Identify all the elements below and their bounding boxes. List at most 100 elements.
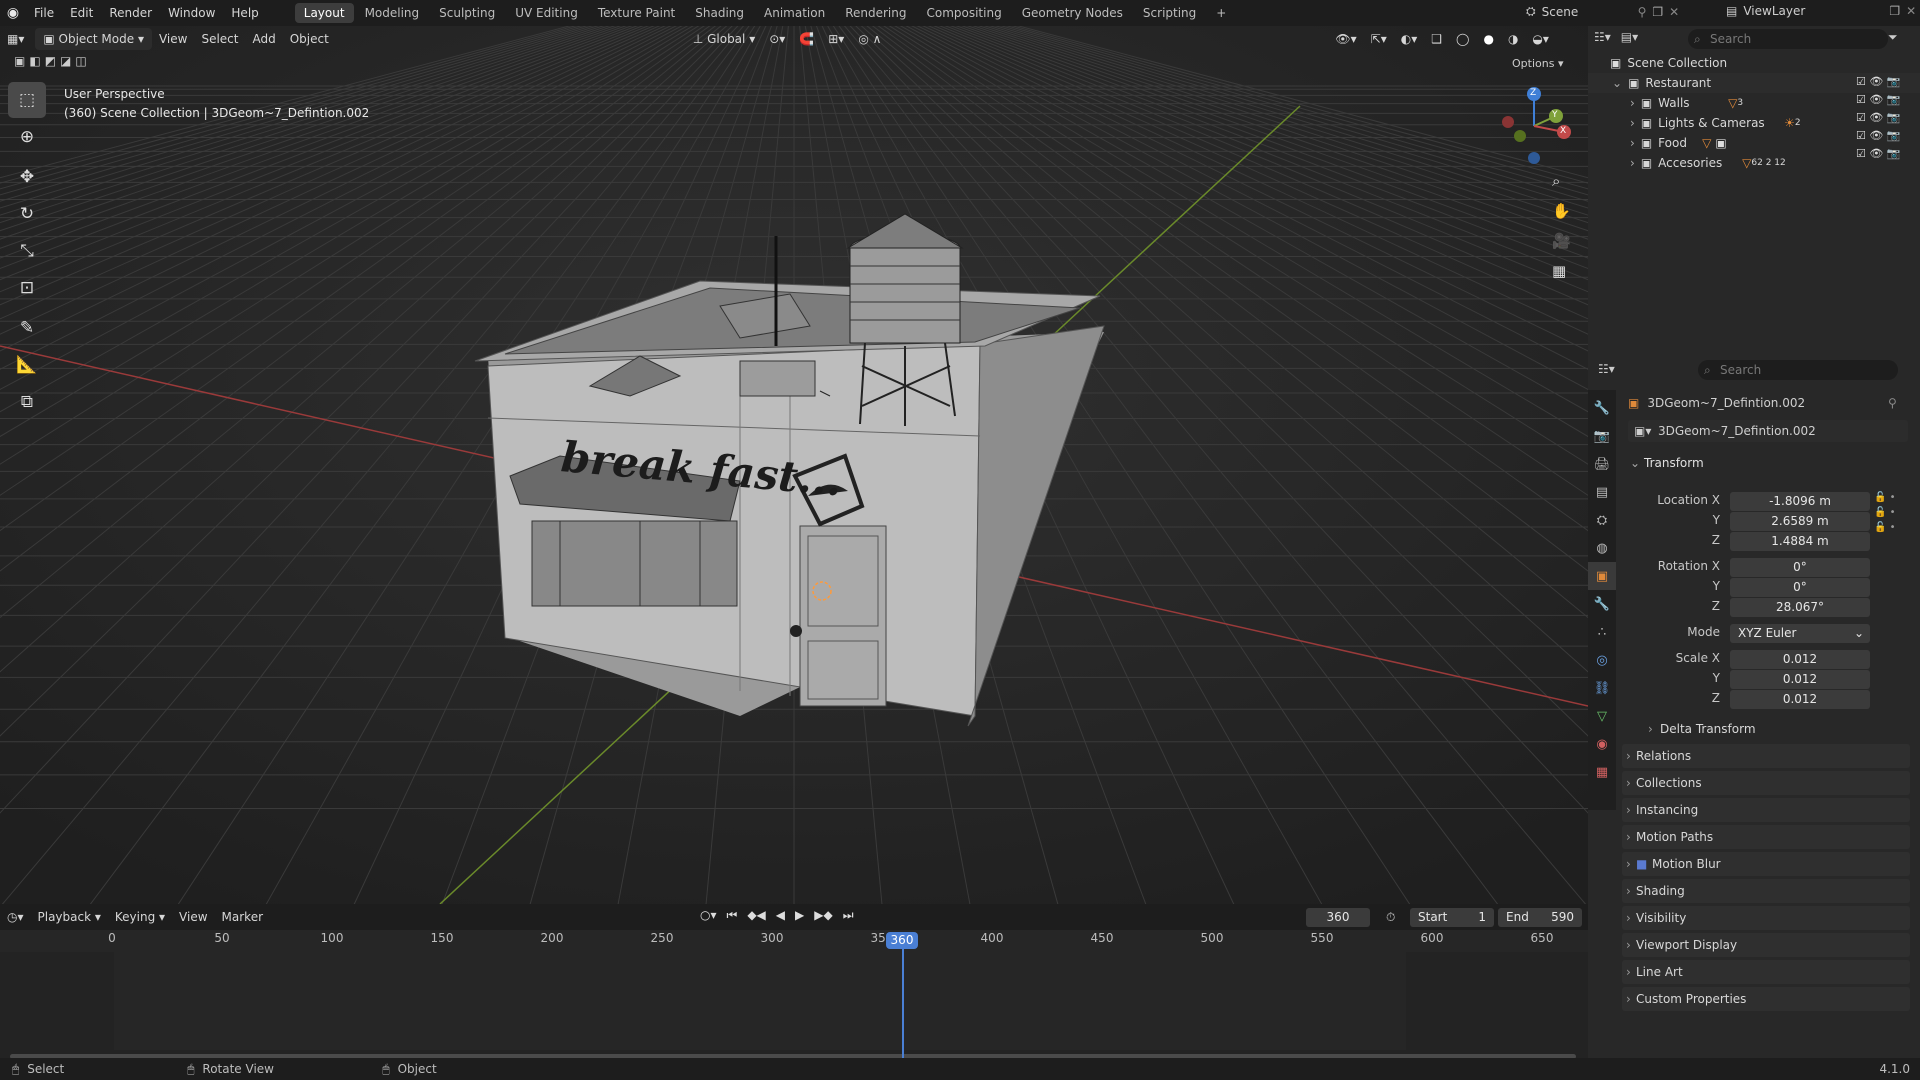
chevron-down-icon[interactable]: ⌄	[1630, 452, 1640, 474]
zoom-icon[interactable]: ⌕	[1552, 172, 1571, 190]
location-x-field[interactable]: -1.8096 m	[1730, 492, 1870, 511]
menu-select[interactable]: Select	[194, 28, 245, 50]
lock-icon[interactable]: 🔓 •	[1874, 492, 1896, 503]
new-scene-icon[interactable]: ❐	[1652, 5, 1663, 19]
visibility-toggle-row[interactable]: ☑ 👁 📷	[1856, 93, 1901, 106]
tab-animation[interactable]: Animation	[755, 3, 834, 23]
section-motion-paths[interactable]: Motion Paths	[1622, 825, 1910, 849]
checkbox-icon[interactable]: ■	[1636, 852, 1647, 876]
end-frame-field[interactable]: End 590	[1498, 908, 1582, 927]
scene-selector[interactable]: ⛭ Scene ⚲ ❐ ✕	[1526, 4, 1679, 19]
pin-icon[interactable]: ⚲	[1638, 5, 1647, 19]
view-layer-selector[interactable]: ▤ ViewLayer ❐ ✕	[1726, 4, 1916, 18]
location-y-field[interactable]: 2.6589 m	[1730, 512, 1870, 531]
tab-shading[interactable]: Shading	[686, 3, 753, 23]
snap-icon[interactable]: 🧲	[792, 28, 821, 50]
select-invert-icon[interactable]: ◪	[60, 54, 71, 68]
tab-sculpting[interactable]: Sculpting	[430, 3, 504, 23]
navigation-gizmo[interactable]: Z Y X	[1494, 86, 1574, 166]
close-icon[interactable]: ✕	[1906, 4, 1916, 18]
camera-view-icon[interactable]: 🎥	[1552, 232, 1571, 250]
tab-layout[interactable]: Layout	[294, 3, 354, 23]
chevron-right-icon[interactable]: ›	[1630, 136, 1635, 150]
section-line-art[interactable]: Line Art	[1622, 960, 1910, 984]
chevron-right-icon[interactable]: ›	[1630, 96, 1635, 110]
section-relations[interactable]: Relations	[1622, 744, 1910, 768]
section-instancing[interactable]: Instancing	[1622, 798, 1910, 822]
output-tab-icon[interactable]: 🖨	[1588, 450, 1616, 478]
display-mode-icon[interactable]: ▤▾	[1621, 30, 1638, 44]
scale-icon[interactable]: ⤡	[8, 233, 46, 269]
outliner-editor-icon[interactable]: ☷▾	[1594, 30, 1611, 44]
blender-logo-icon[interactable]: ◉	[0, 5, 26, 21]
proportional-edit-icon[interactable]: ◎ ∧	[851, 28, 888, 50]
select-extend-icon[interactable]: ◧	[29, 54, 40, 68]
menu-window[interactable]: Window	[160, 0, 223, 26]
filter-icon[interactable]: ⏷	[1888, 30, 1898, 45]
pin-icon[interactable]: ⚲	[1888, 396, 1897, 410]
menu-view[interactable]: View	[172, 906, 214, 928]
world-tab-icon[interactable]: ◍	[1588, 534, 1616, 562]
scale-x-field[interactable]: 0.012	[1730, 650, 1870, 669]
transform-icon[interactable]: ⊡	[8, 270, 46, 306]
solid-shading-icon[interactable]: ●	[1476, 28, 1500, 50]
xray-icon[interactable]: ❑	[1424, 28, 1449, 50]
tab-modeling[interactable]: Modeling	[356, 3, 429, 23]
add-workspace-button[interactable]: +	[1207, 3, 1235, 23]
visibility-toggle-row[interactable]: ☑ 👁 📷	[1856, 147, 1901, 160]
texture-tab-icon[interactable]: ▦	[1588, 758, 1616, 786]
menu-keying[interactable]: Keying ▾	[108, 906, 172, 928]
render-tab-icon[interactable]: 📷	[1588, 422, 1616, 450]
section-viewport-display[interactable]: Viewport Display	[1622, 933, 1910, 957]
selection-mode-buttons[interactable]: ▣ ◧ ◩ ◪ ◫	[14, 54, 87, 68]
tool-tab-icon[interactable]: 🔧	[1588, 394, 1616, 422]
location-z-field[interactable]: 1.4884 m	[1730, 532, 1870, 551]
clock-icon[interactable]: ⏱	[1386, 910, 1395, 925]
close-icon[interactable]: ✕	[1669, 5, 1679, 19]
section-motion-blur[interactable]: ■ Motion Blur	[1622, 852, 1910, 876]
rendered-shading-icon[interactable]: ◒▾	[1525, 28, 1556, 50]
mode-dropdown[interactable]: ▣ Object Mode ▾	[35, 28, 152, 50]
visibility-icon[interactable]: 👁▾	[1328, 28, 1363, 50]
menu-help[interactable]: Help	[223, 0, 266, 26]
prev-keyframe-icon[interactable]: ◆◀	[747, 908, 765, 923]
play-icon[interactable]: ▶	[795, 908, 804, 923]
select-box-icon[interactable]: ⬚	[8, 82, 46, 118]
play-reverse-icon[interactable]: ◀	[776, 908, 785, 923]
current-frame-field[interactable]: 360	[1306, 908, 1370, 927]
tab-uv-editing[interactable]: UV Editing	[506, 3, 587, 23]
delta-transform-subpanel[interactable]: › Delta Transform	[1646, 718, 1910, 740]
menu-playback[interactable]: Playback ▾	[31, 906, 108, 928]
transform-orientation-dropdown[interactable]: ⊥ Global ▾	[686, 28, 762, 50]
scale-z-field[interactable]: 0.012	[1730, 690, 1870, 709]
tab-scripting[interactable]: Scripting	[1134, 3, 1205, 23]
rotate-icon[interactable]: ↻	[8, 196, 46, 232]
add-cube-icon[interactable]: ⧉	[8, 384, 46, 420]
lock-icon[interactable]: 🔓 •	[1874, 507, 1896, 518]
data-tab-icon[interactable]: ▽	[1588, 702, 1616, 730]
tab-compositing[interactable]: Compositing	[917, 3, 1010, 23]
select-intersect-icon[interactable]: ◫	[75, 54, 86, 68]
timeline-editor-icon[interactable]: ◷▾	[0, 906, 31, 928]
particles-tab-icon[interactable]: ∴	[1588, 618, 1616, 646]
start-frame-field[interactable]: Start 1	[1410, 908, 1494, 927]
timeline-ruler[interactable]	[0, 930, 1588, 952]
playhead-frame-badge[interactable]: 360	[886, 932, 918, 949]
object-datablock-field[interactable]: ▣▾ 3DGeom~7_Defintion.002	[1628, 420, 1908, 442]
outliner-search[interactable]: ⌕ Search	[1688, 29, 1888, 49]
properties-editor-icon[interactable]: ☷▾	[1598, 362, 1615, 376]
outliner-scene-collection[interactable]: ▣ Scene Collection	[1588, 53, 1920, 73]
jump-start-icon[interactable]: ⏮	[727, 908, 738, 923]
section-collections[interactable]: Collections	[1622, 771, 1910, 795]
annotate-icon[interactable]: ✎	[8, 310, 46, 346]
rotation-y-field[interactable]: 0°	[1730, 578, 1870, 597]
snap-target-icon[interactable]: ⊞▾	[821, 28, 851, 50]
visibility-toggle-row[interactable]: ☑ 👁 📷	[1856, 75, 1901, 88]
section-custom-properties[interactable]: Custom Properties	[1622, 987, 1910, 1011]
transform-section-header[interactable]: ⌄ Transform	[1624, 452, 1910, 474]
new-view-layer-icon[interactable]: ❐	[1889, 4, 1900, 18]
pivot-point-icon[interactable]: ⊙▾	[762, 28, 792, 50]
cursor-icon[interactable]: ⊕	[8, 119, 46, 155]
visibility-toggle-row[interactable]: ☑ 👁 📷	[1856, 129, 1901, 142]
next-keyframe-icon[interactable]: ▶◆	[814, 908, 832, 923]
